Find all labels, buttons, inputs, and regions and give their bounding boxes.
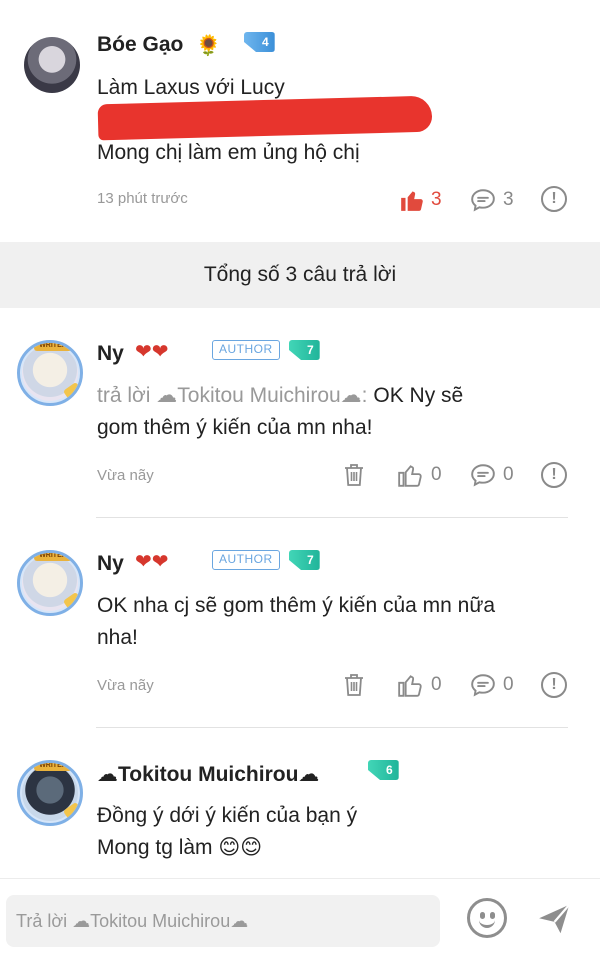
author-badge: AUTHOR xyxy=(212,340,280,360)
reply-author-name[interactable]: ☁Tokitou Muichirou☁ xyxy=(97,762,319,787)
reply-input[interactable] xyxy=(6,895,440,947)
reply-author-name[interactable]: Ny xyxy=(97,342,124,366)
reply-text-line: nha! xyxy=(97,626,138,649)
like-icon[interactable] xyxy=(398,186,426,214)
heart-icon: ❤❤ xyxy=(135,341,169,363)
send-icon[interactable] xyxy=(536,900,574,938)
pencil-icon xyxy=(62,801,80,823)
level-badge: 7 xyxy=(289,550,320,570)
reply-author-name[interactable]: Ny xyxy=(97,552,124,576)
trash-icon[interactable] xyxy=(340,671,368,699)
like-count: 3 xyxy=(431,189,442,210)
redaction-scribble xyxy=(97,95,433,141)
writer-tag-icon: WRITER xyxy=(34,343,72,351)
reply-count: 3 xyxy=(503,189,514,210)
reply-text-line: OK Ny sẽ xyxy=(367,384,464,407)
like-count: 0 xyxy=(431,464,442,485)
more-info-icon[interactable]: ! xyxy=(541,672,567,698)
divider xyxy=(96,517,568,518)
reply-count: 0 xyxy=(503,464,514,485)
level-badge: 4 xyxy=(244,32,275,52)
avatar[interactable]: WRITER xyxy=(17,760,83,826)
reply-text: trả lời ☁Tokitou Muichirou☁: OK Ny sẽ xyxy=(97,380,557,412)
reply-to-prefix[interactable]: trả lời ☁Tokitou Muichirou☁: xyxy=(97,384,368,407)
reply-timestamp: Vừa nãy xyxy=(97,467,154,484)
comment-text-line: Mong chị làm em ủng hộ chị xyxy=(97,141,360,164)
reply-composer xyxy=(0,878,600,963)
comment-bubble-icon[interactable] xyxy=(469,671,497,699)
replies-total-header: Tổng số 3 câu trả lời xyxy=(0,242,600,308)
reply-text-line: Mong tg làm 😊😊 xyxy=(97,836,263,859)
more-info-icon[interactable]: ! xyxy=(541,462,567,488)
comment-bubble-icon[interactable] xyxy=(469,186,497,214)
emoji-icon[interactable] xyxy=(467,898,507,938)
writer-tag-icon: WRITER xyxy=(34,763,72,771)
author-badge: AUTHOR xyxy=(212,550,280,570)
reply-text-line: OK nha cj sẽ gom thêm ý kiến của mn nữa xyxy=(97,594,496,617)
writer-tag-icon: WRITER xyxy=(34,553,72,561)
sunflower-icon: 🌻 xyxy=(196,35,221,57)
more-info-icon[interactable]: ! xyxy=(541,186,567,212)
trash-icon[interactable] xyxy=(340,461,368,489)
level-badge: 6 xyxy=(368,760,399,780)
reply-timestamp: Vừa nãy xyxy=(97,677,154,694)
like-icon[interactable] xyxy=(396,671,424,699)
comment-text-line: Làm Laxus với Lucy xyxy=(97,76,285,99)
heart-icon: ❤❤ xyxy=(135,551,169,573)
divider xyxy=(96,727,568,728)
avatar[interactable] xyxy=(24,37,80,93)
comment-bubble-icon[interactable] xyxy=(469,461,497,489)
like-count: 0 xyxy=(431,674,442,695)
pencil-icon xyxy=(62,591,80,613)
comment-author-name[interactable]: Bóe Gạo xyxy=(97,33,183,57)
top-comment: Bóe Gạo 🌻 4 Làm Laxus với Lucy Mong chị … xyxy=(0,0,600,240)
pencil-icon xyxy=(62,381,80,403)
replies-total-label: Tổng số 3 câu trả lời xyxy=(203,263,397,286)
comment-timestamp: 13 phút trước xyxy=(97,190,188,207)
avatar[interactable]: WRITER xyxy=(17,340,83,406)
reply-text-line: Đồng ý dới ý kiến của bạn ý xyxy=(97,804,358,827)
reply-count: 0 xyxy=(503,674,514,695)
like-icon[interactable] xyxy=(396,461,424,489)
reply-text-line: gom thêm ý kiến của mn nha! xyxy=(97,416,373,439)
level-badge: 7 xyxy=(289,340,320,360)
avatar[interactable]: WRITER xyxy=(17,550,83,616)
